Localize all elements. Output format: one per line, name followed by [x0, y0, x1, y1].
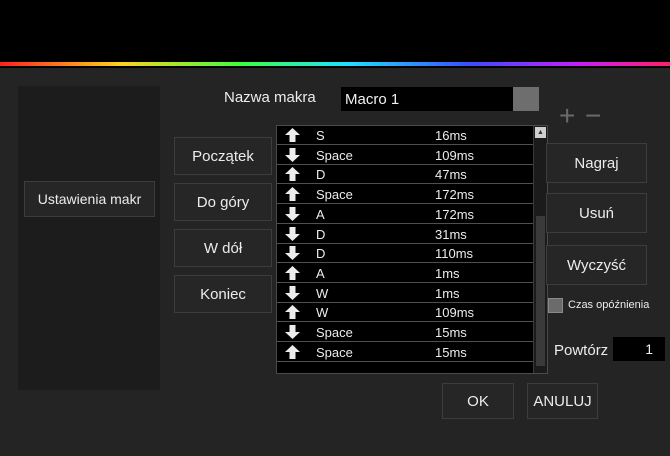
step-key: Space	[316, 147, 353, 163]
macro-step-row[interactable]: Space 15ms	[277, 323, 533, 342]
step-key: D	[316, 246, 326, 262]
step-delay: 47ms	[435, 167, 467, 183]
step-delay: 109ms	[435, 147, 475, 163]
step-key: Space	[316, 325, 353, 340]
repeat-label: Powtórz	[554, 342, 609, 359]
step-key: A	[316, 206, 325, 222]
step-delay: 109ms	[435, 305, 475, 321]
macro-step-row[interactable]: S 16ms	[277, 126, 533, 145]
arrow-up-icon	[285, 344, 300, 359]
step-key: Space	[316, 344, 353, 360]
step-delay: 15ms	[435, 325, 467, 340]
macro-step-row[interactable]: A 172ms	[277, 205, 533, 224]
step-delay: 16ms	[435, 128, 467, 143]
ok-button[interactable]: OK	[442, 383, 514, 419]
scroll-up-icon[interactable]: ▲	[535, 127, 546, 138]
macro-step-row[interactable]: W 1ms	[277, 284, 533, 303]
macro-name-side-box	[513, 87, 539, 111]
step-key: Space	[316, 187, 353, 203]
macro-step-row[interactable]: Space 172ms	[277, 185, 533, 205]
step-delay: 172ms	[435, 187, 475, 203]
step-delay: 172ms	[435, 206, 475, 222]
step-delay: 110ms	[435, 246, 474, 262]
cancel-button[interactable]: ANULUJ	[527, 383, 598, 419]
list-scrollbar[interactable]: ▲	[533, 126, 547, 373]
remove-step-button[interactable]: −	[585, 102, 601, 130]
arrow-down-icon	[285, 226, 300, 241]
step-key: W	[316, 305, 329, 321]
macro-name-input[interactable]	[341, 87, 513, 111]
step-delay: 31ms	[435, 226, 467, 242]
start-button[interactable]: Początek	[174, 137, 272, 175]
clear-button[interactable]: Wyczyść	[546, 245, 647, 285]
arrow-up-icon	[285, 167, 300, 182]
macro-step-row[interactable]: Space 109ms	[277, 146, 533, 165]
arrow-up-icon	[285, 265, 300, 280]
macro-step-row[interactable]: Space 15ms	[277, 343, 533, 362]
delay-label: Czas opóźnienia	[568, 299, 650, 311]
macro-steps-list[interactable]: ▲ S 16ms Space 109ms D 47ms Space 172ms A 172ms D 3…	[276, 125, 548, 374]
move-up-button[interactable]: Do góry	[174, 183, 272, 221]
step-key: W	[316, 285, 329, 301]
arrow-up-icon	[285, 187, 300, 202]
arrow-up-icon	[285, 305, 300, 320]
step-delay: 15ms	[435, 344, 467, 360]
macro-step-row[interactable]: D 31ms	[277, 225, 533, 244]
repeat-input[interactable]	[613, 337, 665, 361]
arrow-down-icon	[285, 325, 300, 339]
arrow-down-icon	[285, 147, 300, 162]
add-step-button[interactable]: +	[559, 102, 575, 130]
macro-settings-button[interactable]: Ustawienia makr	[24, 181, 155, 217]
delete-button[interactable]: Usuń	[546, 193, 647, 233]
macro-name-label: Nazwa makra	[224, 89, 316, 106]
arrow-up-icon	[285, 128, 300, 142]
macro-step-row[interactable]: D 110ms	[277, 244, 533, 264]
move-down-button[interactable]: W dół	[174, 229, 272, 267]
scroll-thumb[interactable]	[536, 216, 545, 366]
macro-step-row[interactable]: D 47ms	[277, 165, 533, 185]
step-key: S	[316, 128, 325, 143]
step-key: A	[316, 265, 325, 281]
arrow-down-icon	[285, 285, 300, 300]
arrow-down-icon	[285, 246, 300, 261]
record-button[interactable]: Nagraj	[546, 143, 647, 183]
step-delay: 1ms	[435, 285, 460, 301]
arrow-down-icon	[285, 206, 300, 221]
step-delay: 1ms	[435, 265, 460, 281]
end-button[interactable]: Koniec	[174, 275, 272, 313]
sidebar-panel	[18, 86, 160, 390]
step-key: D	[316, 167, 326, 183]
rainbow-accent-bar	[0, 62, 670, 66]
delay-checkbox[interactable]	[548, 298, 563, 313]
step-key: D	[316, 226, 326, 242]
macro-step-row[interactable]: W 109ms	[277, 303, 533, 323]
macro-step-row[interactable]: A 1ms	[277, 264, 533, 283]
